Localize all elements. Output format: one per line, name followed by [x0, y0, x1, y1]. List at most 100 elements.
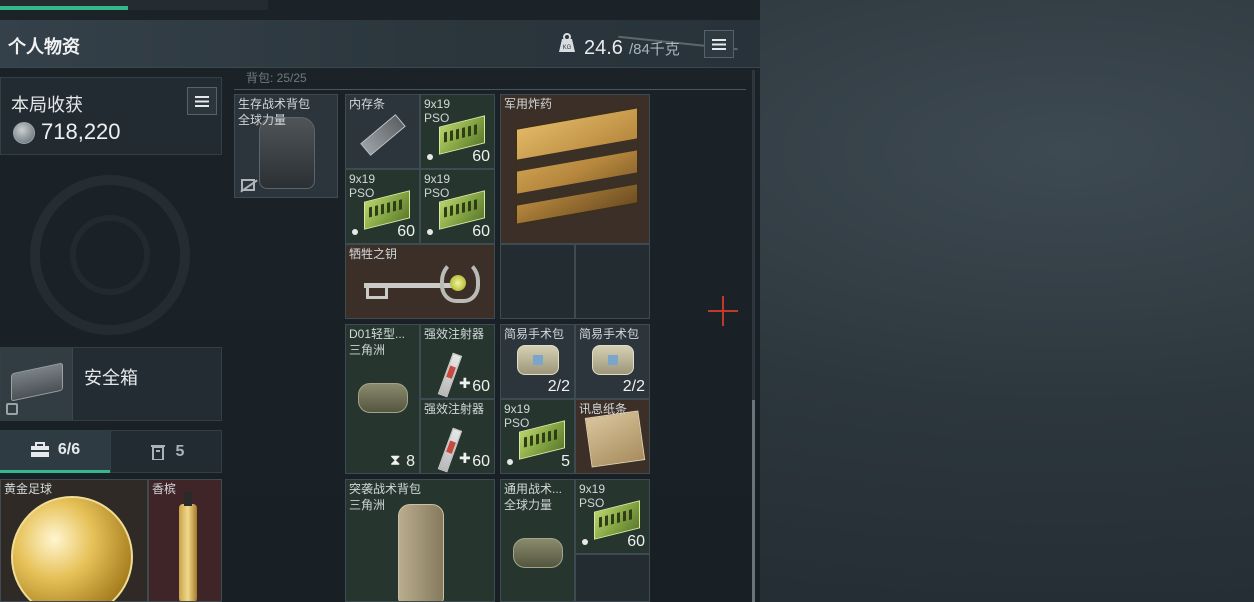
- rarity-dot: [427, 154, 433, 160]
- item-sub: 三角洲: [349, 343, 386, 357]
- item-name: 9x19: [579, 482, 606, 496]
- weight-icon: KG: [559, 33, 575, 52]
- item-name: 黄金足球: [4, 482, 53, 496]
- item-count: 2/2: [622, 378, 645, 395]
- item-sub: PSO: [579, 496, 605, 510]
- item-name: 强效注射器: [424, 402, 485, 416]
- item-syringe-1[interactable]: 强效注射器 ✚ 60: [420, 324, 495, 399]
- tab-toolbox[interactable]: 6/6: [0, 430, 110, 473]
- inventory-header: 个人物资 KG 24.6 /84千克: [0, 20, 760, 68]
- item-ammo-9x19-4[interactable]: 9x19 PSO 5: [500, 399, 575, 474]
- page-title: 个人物资: [8, 37, 80, 57]
- item-count: 60: [627, 533, 645, 550]
- item-sub: PSO: [504, 416, 530, 430]
- item-name: 讯息纸条: [579, 402, 628, 416]
- note-paper-image: [584, 410, 646, 468]
- item-name: 内存条: [349, 97, 386, 111]
- explosive-crate-image: [515, 106, 639, 226]
- item-count: 60: [472, 148, 490, 165]
- item-name: 香槟: [152, 482, 177, 496]
- item-champagne[interactable]: 香槟: [148, 479, 222, 602]
- currency-coin-icon: [13, 122, 35, 144]
- rarity-dot: [507, 459, 513, 465]
- assault-backpack-image: [398, 504, 444, 601]
- safebox-image: [1, 348, 73, 420]
- item-name: 9x19: [349, 172, 376, 186]
- item-sub: PSO: [349, 186, 375, 200]
- item-name: 通用战术...: [504, 482, 563, 496]
- toolbox-icon: [30, 442, 49, 457]
- item-sub: PSO: [424, 186, 450, 200]
- item-name: 9x19: [504, 402, 531, 416]
- item-ammo-9x19-3[interactable]: 9x19 PSO 60: [420, 169, 495, 244]
- item-name: 牺牲之钥: [349, 247, 398, 261]
- item-ammo-9x19-2[interactable]: 9x19 PSO 60: [345, 169, 420, 244]
- item-count: 60: [397, 223, 415, 240]
- list-icon: [712, 38, 726, 50]
- item-count: 60: [472, 378, 490, 395]
- item-name: 简易手术包: [504, 327, 565, 341]
- bin-icon: [150, 444, 165, 460]
- item-count: 8: [406, 453, 415, 470]
- list-icon: [195, 95, 209, 107]
- duffel-bag-image: [513, 538, 563, 568]
- sort-menu-button[interactable]: [704, 30, 734, 58]
- item-name: 简易手术包: [579, 327, 640, 341]
- item-golden-football[interactable]: 黄金足球: [0, 479, 148, 602]
- item-name: 突袭战术背包: [349, 482, 422, 496]
- top-tab-active-indicator: [0, 6, 128, 10]
- empty-slot[interactable]: [500, 244, 575, 319]
- surgery-pouch-image: [592, 345, 634, 375]
- safebox-label: 安全箱: [84, 368, 138, 388]
- harvest-value: 718,220: [41, 119, 121, 144]
- item-ammo-9x19-1[interactable]: 9x19 PSO 60: [420, 94, 495, 169]
- item-name: D01轻型...: [349, 327, 406, 341]
- item-name: 生存战术背包: [238, 97, 311, 111]
- duffel-bag-image: [358, 383, 408, 413]
- faction-emblem-watermark: [30, 175, 190, 335]
- item-name: 9x19: [424, 172, 451, 186]
- item-assault-backpack[interactable]: 突袭战术背包 三角洲: [345, 479, 495, 602]
- scrollbar-thumb[interactable]: [752, 400, 755, 602]
- item-sacrifice-key[interactable]: 牺牲之钥: [345, 244, 495, 319]
- item-d01-bag[interactable]: D01轻型... 三角洲 ⧗ 8: [345, 324, 420, 474]
- item-name: 9x19: [424, 97, 451, 111]
- bin-count: 5: [175, 442, 185, 460]
- tab-bin[interactable]: 5: [110, 430, 222, 473]
- champagne-image: [179, 492, 197, 601]
- empty-slot[interactable]: [575, 244, 650, 319]
- weight-indicator: KG 24.6 /84千克: [556, 32, 680, 60]
- harvest-list-button[interactable]: [187, 87, 217, 115]
- toolbox-count: 6/6: [57, 441, 81, 458]
- plus-icon: ✚: [459, 450, 471, 466]
- item-count: 60: [472, 223, 490, 240]
- item-sub: 全球力量: [504, 498, 553, 512]
- lock-icon: [6, 403, 18, 415]
- crosshair-icon: [708, 296, 738, 326]
- item-ammo-9x19-5[interactable]: 9x19 PSO 60: [575, 479, 650, 554]
- item-military-explosive[interactable]: 军用炸药: [500, 94, 650, 244]
- safebox-slot[interactable]: 安全箱: [0, 347, 222, 421]
- item-name: 军用炸药: [504, 97, 553, 111]
- equipped-backpack-slot[interactable]: 生存战术背包 全球力量: [234, 94, 338, 198]
- session-harvest-panel: 本局收获 718,220: [0, 77, 222, 155]
- item-general-tactical-bag[interactable]: 通用战术... 全球力量: [500, 479, 575, 602]
- item-syringe-2[interactable]: 强效注射器 ✚ 60: [420, 399, 495, 474]
- harvest-title: 本局收获: [11, 95, 83, 115]
- item-count: 60: [472, 453, 490, 470]
- item-surgery-kit-2[interactable]: 简易手术包 2/2: [575, 324, 650, 399]
- backpack-capacity: 背包: 25/25: [246, 71, 307, 85]
- item-surgery-kit-1[interactable]: 简易手术包 2/2: [500, 324, 575, 399]
- empty-slot[interactable]: [575, 554, 650, 602]
- svg-text:KG: KG: [563, 45, 572, 51]
- item-ram[interactable]: 内存条: [345, 94, 420, 169]
- item-count: 2/2: [547, 378, 570, 395]
- surgery-pouch-image: [517, 345, 559, 375]
- ram-image: [360, 114, 406, 156]
- key-bit: [366, 283, 388, 299]
- rarity-dot: [427, 229, 433, 235]
- item-message-note[interactable]: 讯息纸条: [575, 399, 650, 474]
- capacity-icon: ⧗: [390, 452, 401, 469]
- weight-max: /84千克: [628, 41, 680, 58]
- item-sub: PSO: [424, 111, 450, 125]
